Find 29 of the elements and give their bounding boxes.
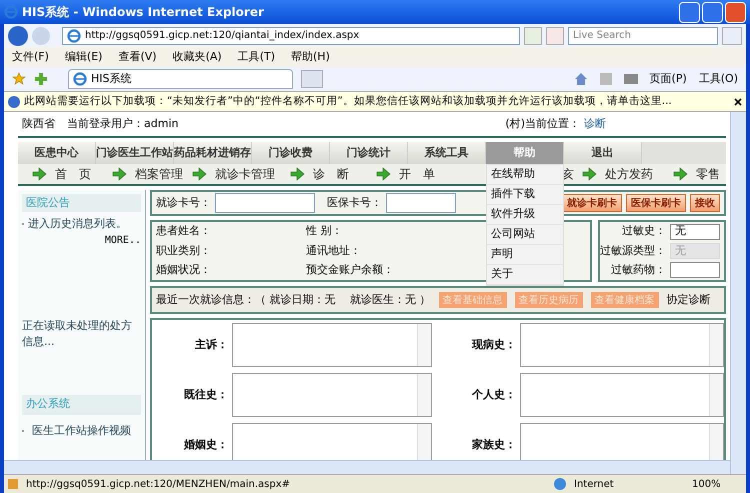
section-title: 医院公告 [22,194,141,212]
region-text: 陕西省 [22,116,55,132]
user-text: 当前登录用户：admin [67,116,178,132]
section-title: 办公系统 [22,394,141,414]
field-label: 医保卡号： [327,194,382,211]
field-label: 过敏源类型： [600,242,666,259]
field-label: 患者姓名： [156,223,212,240]
zone-text: Internet [574,478,615,492]
field-label: 就诊卡号： [156,194,211,211]
field-label: 预交金账户余额： [306,262,394,278]
window-title: HIS系统 - Windows Internet Explorer [22,4,264,21]
loading-text: 正在读取未处理的处方信息... [22,318,133,350]
field-label: 过敏史： [622,223,666,240]
field-label: 婚姻状况： [156,262,212,278]
info-text: 此网站需要运行以下加载项：“未知发行者”中的“控件名称不可用”。如果您信任该网站和该加载项并允许运行该加载项，请单击这里... [24,94,672,109]
recent-visit-text: 最近一次就诊信息：（ 就诊日期：无 就诊医生：无 ） [156,292,430,308]
field-label: 家族史： [471,436,517,453]
field-label: 通讯地址： [306,242,361,259]
field-label: 婚姻史： [182,436,229,453]
field-label: 职业类别： [156,242,212,259]
url-text: http://ggsq0591.gicp.net:120/qiantai_index/index.aspx [85,29,360,43]
field-label: 既往史： [183,386,229,403]
field-label: 过敏药物： [611,262,666,278]
field-label: 个人史： [470,386,517,403]
field-label: 现病史： [470,336,517,353]
field-label: 性 别： [306,223,342,240]
field-label: 主诉： [194,336,229,353]
location-label: (村)当前位置： [505,116,580,132]
status-url: http://ggsq0591.gicp.net:120/MENZHEN/main.aspx# [26,478,290,492]
